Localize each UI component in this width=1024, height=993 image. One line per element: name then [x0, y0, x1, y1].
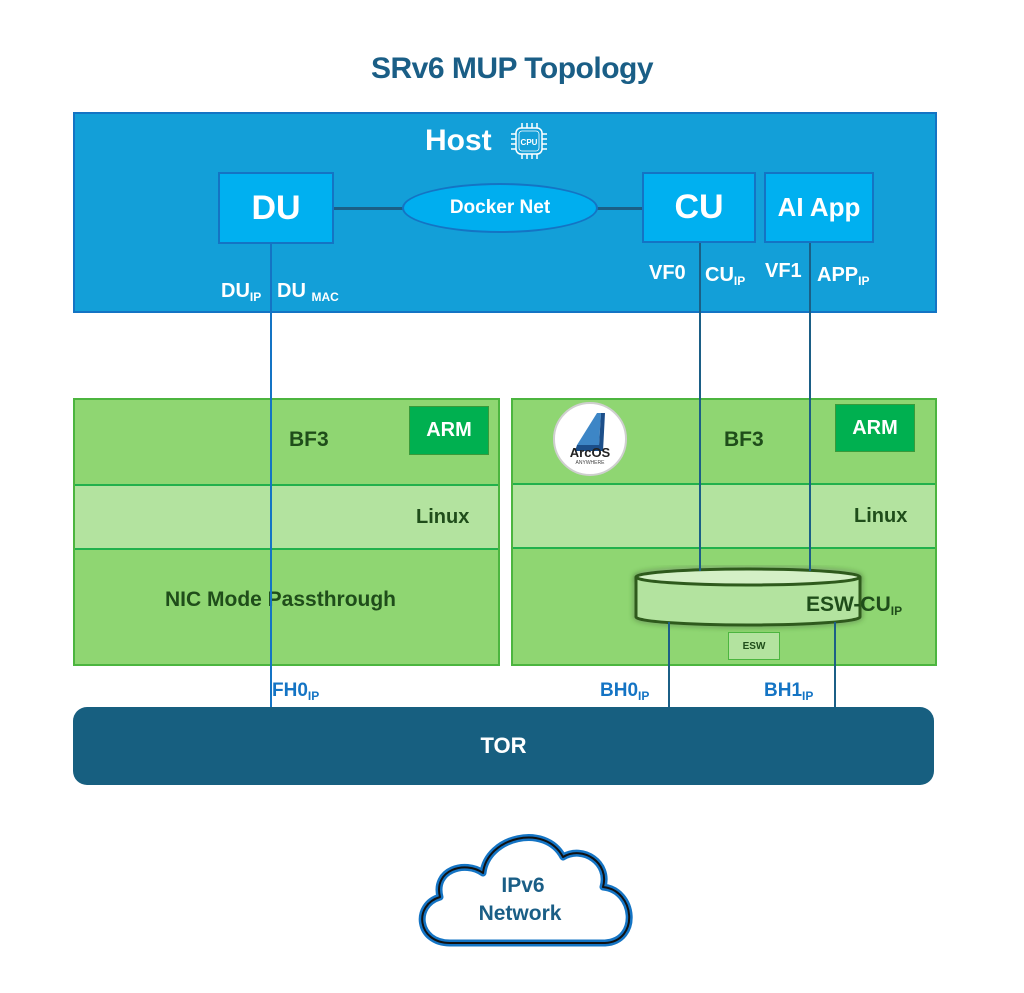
bf3-right-label: BF3 [724, 428, 764, 451]
diagram-title: SRv6 MUP Topology [370, 52, 654, 85]
du-mac-label: DU MAC [277, 280, 339, 304]
arcos-logo: ArcOS ANYWHERE [553, 402, 627, 476]
du-tor-link [270, 243, 272, 708]
du-box: DU [218, 172, 334, 244]
docker-net-node: Docker Net [402, 183, 598, 233]
vf0-label: VF0 [649, 262, 686, 284]
svg-text:CPU: CPU [521, 138, 538, 147]
app-esw-link [809, 243, 811, 571]
cu-esw-link [699, 243, 701, 571]
bh1-ip-label: BH1IP [764, 680, 814, 703]
docker-cu-link [597, 207, 643, 210]
cu-box: CU [642, 172, 756, 243]
ipv6-network-cloud: IPv6 Network [418, 834, 633, 947]
svg-text:ArcOS: ArcOS [570, 445, 611, 460]
tor-switch: TOR [73, 707, 934, 785]
app-ip-label: APPIP [817, 264, 870, 288]
vf1-label: VF1 [765, 260, 802, 282]
host-label: Host [425, 124, 492, 157]
du-docker-link [333, 207, 403, 210]
bf3-left-arm-badge: ARM [409, 406, 489, 455]
bf3-left-linux-label: Linux [416, 506, 470, 528]
esw-box: ESW [728, 632, 780, 660]
ai-app-box: AI App [764, 172, 874, 243]
cu-ip-label: CUIP [705, 264, 746, 288]
bf3-right-linux-label: Linux [854, 505, 908, 527]
bh1-tor-link [834, 622, 836, 708]
esw-cu-ip-label: ESW-CUIP [806, 593, 903, 618]
bf3-right-arm-badge: ARM [835, 404, 915, 452]
bh0-tor-link [668, 622, 670, 708]
cpu-icon: CPU [511, 123, 547, 159]
bf3-left-label: BF3 [289, 428, 329, 451]
cloud-line1: IPv6 [501, 874, 544, 897]
nic-mode-label: NIC Mode Passthrough [165, 588, 397, 611]
cloud-line2: Network [479, 902, 562, 925]
fh0-ip-label: FH0IP [272, 680, 320, 703]
bh0-ip-label: BH0IP [600, 680, 650, 703]
du-ip-label: DUIP [221, 280, 262, 304]
svg-text:ANYWHERE: ANYWHERE [576, 460, 606, 466]
